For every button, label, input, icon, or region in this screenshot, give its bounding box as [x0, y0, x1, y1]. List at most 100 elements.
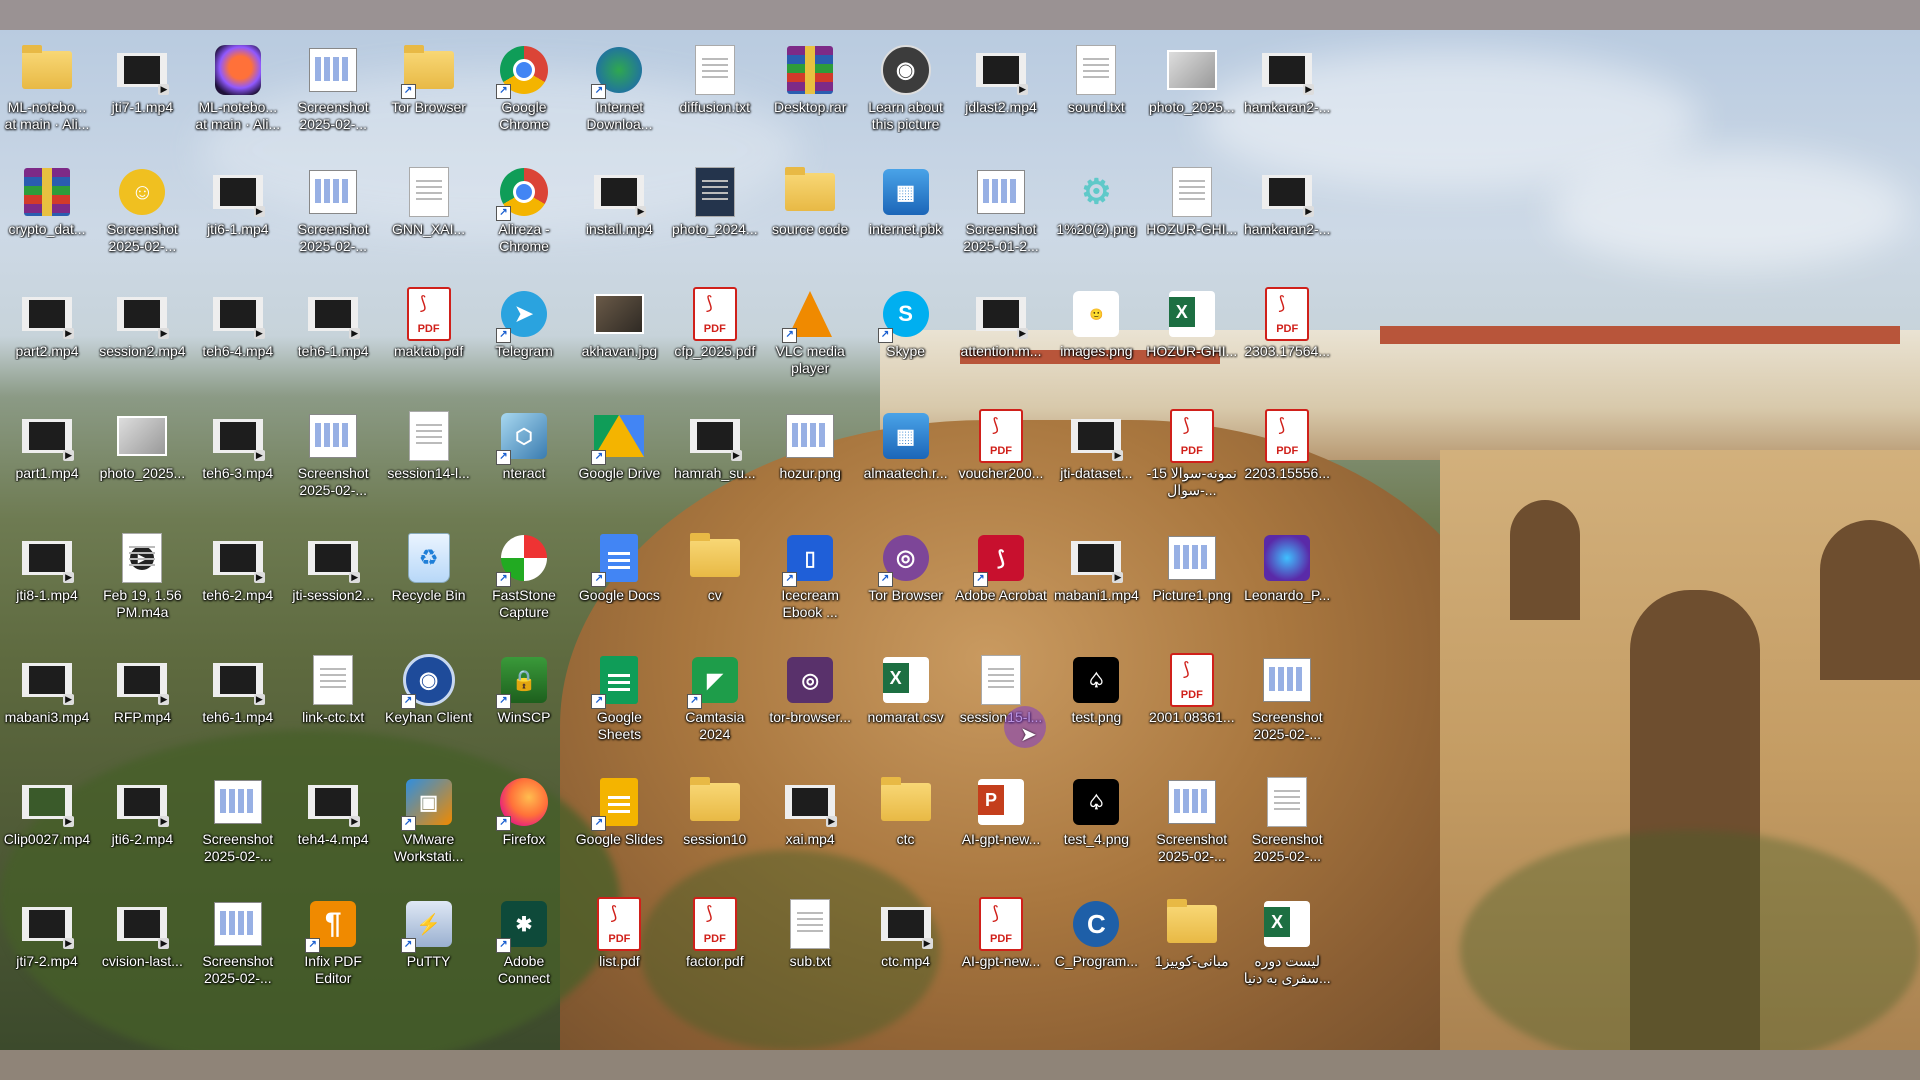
desktop-icon[interactable]: ↗ VLC media player — [766, 279, 854, 399]
desktop-icon[interactable]: PDF 2303.17564... — [1243, 279, 1331, 399]
desktop-icon[interactable]: PDF maktab.pdf — [385, 279, 473, 399]
desktop-icon[interactable]: ◉ Learn about this picture — [862, 35, 950, 155]
desktop-icon[interactable]: PDF AI-gpt-new... — [957, 889, 1045, 1009]
desktop-icon[interactable]: ↗ Tor Browser — [385, 35, 473, 155]
desktop-icon[interactable]: jti-session2... — [289, 523, 377, 643]
desktop-icon[interactable]: PDF list.pdf — [575, 889, 663, 1009]
desktop-icon[interactable]: mabani3.mp4 — [3, 645, 91, 765]
desktop-icon[interactable]: ◎ ↗ Tor Browser — [862, 523, 950, 643]
desktop-icon[interactable]: Picture1.png — [1148, 523, 1236, 643]
desktop-icon[interactable]: hamkaran2-... — [1243, 157, 1331, 277]
desktop-icon[interactable]: Screenshot 2025-02-... — [289, 401, 377, 521]
desktop-icon[interactable]: teh4-4.mp4 — [289, 767, 377, 887]
desktop-icon[interactable]: ⬡ ↗ nteract — [480, 401, 568, 521]
desktop-icon[interactable]: session14-l... — [385, 401, 473, 521]
desktop-icon[interactable]: GNN_XAI... — [385, 157, 473, 277]
desktop-icon[interactable]: ML-notebo... at main · Ali... — [3, 35, 91, 155]
desktop-icon[interactable]: ♤ test_4.png — [1052, 767, 1140, 887]
desktop-icon[interactable]: PDF voucher200... — [957, 401, 1045, 521]
desktop-icon[interactable]: S ↗ Skype — [862, 279, 950, 399]
desktop-icon[interactable]: cv — [671, 523, 759, 643]
desktop-icon[interactable]: jdlast2.mp4 — [957, 35, 1045, 155]
desktop-icon[interactable]: photo_2025... — [1148, 35, 1236, 155]
desktop-icon[interactable]: ↗ Google Drive — [575, 401, 663, 521]
desktop-icon[interactable]: PDF نمونه-سوالا 15-سوال-... — [1147, 401, 1237, 521]
desktop-icon[interactable]: ↗ FastStone Capture — [480, 523, 568, 643]
desktop-icon[interactable]: C C_Program... — [1052, 889, 1140, 1009]
desktop-icon[interactable]: ⚡ ↗ PuTTY — [385, 889, 473, 1009]
desktop-icon[interactable]: attention.m... — [957, 279, 1045, 399]
desktop-icon[interactable]: ⚙ 1%20(2).png — [1052, 157, 1140, 277]
desktop-icon[interactable]: ♻ Recycle Bin — [385, 523, 473, 643]
desktop-icon[interactable]: ◉ ↗ Keyhan Client — [385, 645, 473, 765]
desktop-icon[interactable]: session10 — [671, 767, 759, 887]
desktop-icon[interactable]: jti-dataset... — [1052, 401, 1140, 521]
desktop-icon[interactable]: HOZUR-GHI... — [1146, 279, 1237, 399]
desktop-icon[interactable]: Screenshot 2025-01-2... — [957, 157, 1045, 277]
desktop-icon[interactable]: RFP.mp4 — [98, 645, 186, 765]
desktop-icon[interactable]: install.mp4 — [575, 157, 663, 277]
desktop-icon[interactable]: Screenshot 2025-02-... — [194, 889, 282, 1009]
desktop-icon[interactable]: Screenshot 2025-02-... — [1243, 645, 1331, 765]
desktop-icon[interactable]: ↗ Alireza - Chrome — [480, 157, 568, 277]
desktop-icon[interactable]: ◤ ↗ Camtasia 2024 — [671, 645, 759, 765]
desktop-icon[interactable]: part1.mp4 — [3, 401, 91, 521]
desktop-icon[interactable]: ◎ tor-browser... — [766, 645, 854, 765]
desktop-icon[interactable]: teh6-1.mp4 — [289, 279, 377, 399]
desktop-icon[interactable]: ↗ Google Slides — [575, 767, 663, 887]
desktop-icon[interactable]: crypto_dat... — [3, 157, 91, 277]
desktop-icon[interactable]: ⟆ ↗ Adobe Acrobat — [955, 523, 1047, 643]
desktop-icon[interactable]: hamrah_su... — [671, 401, 759, 521]
desktop-icon[interactable]: sound.txt — [1052, 35, 1140, 155]
desktop-icon[interactable]: akhavan.jpg — [575, 279, 663, 399]
desktop-icon[interactable]: 🔒 ↗ WinSCP — [480, 645, 568, 765]
desktop-icon[interactable]: ▶ Feb 19, 1.56 PM.m4a — [98, 523, 186, 643]
desktop-icon[interactable]: ▦ almaatech.r... — [862, 401, 950, 521]
desktop-icon[interactable]: PDF 2001.08361... — [1148, 645, 1236, 765]
desktop-icon[interactable]: Screenshot 2025-02-... — [194, 767, 282, 887]
desktop-icon[interactable]: jti7-2.mp4 — [3, 889, 91, 1009]
desktop-icon[interactable]: Screenshot 2025-02-... — [1148, 767, 1236, 887]
desktop-icon[interactable]: sub.txt — [766, 889, 854, 1009]
desktop-icon[interactable]: AI-gpt-new... — [957, 767, 1045, 887]
desktop-icon[interactable]: 🙂 images.png — [1052, 279, 1140, 399]
desktop-icon[interactable]: teh6-1.mp4 — [194, 645, 282, 765]
desktop-icon[interactable]: PDF factor.pdf — [671, 889, 759, 1009]
desktop-icon[interactable]: ↗ Google Sheets — [575, 645, 663, 765]
desktop-icon[interactable]: ▦ internet.pbk — [862, 157, 950, 277]
desktop-icon[interactable]: photo_2025... — [98, 401, 186, 521]
desktop-icon[interactable]: ↗ Internet Downloa... — [575, 35, 663, 155]
desktop-icon[interactable]: ML-notebo... at main · Ali... — [194, 35, 282, 155]
desktop-icon[interactable]: session2.mp4 — [98, 279, 186, 399]
desktop-icon[interactable]: HOZUR-GHI... — [1146, 157, 1237, 277]
desktop-icon[interactable]: photo_2024... — [671, 157, 759, 277]
desktop-icon[interactable]: diffusion.txt — [671, 35, 759, 155]
desktop-icon[interactable]: ✱ ↗ Adobe Connect — [480, 889, 568, 1009]
desktop-icon[interactable]: jti6-2.mp4 — [98, 767, 186, 887]
desktop-icon[interactable]: teh6-2.mp4 — [194, 523, 282, 643]
desktop-icon[interactable]: ¶ ↗ Infix PDF Editor — [289, 889, 377, 1009]
desktop-icon[interactable]: hozur.png — [766, 401, 854, 521]
desktop-icon[interactable]: PDF 2203.15556... — [1243, 401, 1331, 521]
desktop-icon[interactable]: cvision-last... — [98, 889, 186, 1009]
desktop-icon[interactable]: ➤ ↗ Telegram — [480, 279, 568, 399]
desktop-icon[interactable]: xai.mp4 — [766, 767, 854, 887]
desktop-icon[interactable]: jti8-1.mp4 — [3, 523, 91, 643]
desktop-icon[interactable]: ctc — [862, 767, 950, 887]
desktop-icon[interactable]: part2.mp4 — [3, 279, 91, 399]
desktop-icon[interactable]: ctc.mp4 — [862, 889, 950, 1009]
desktop-icon[interactable]: jti6-1.mp4 — [194, 157, 282, 277]
desktop-icon[interactable]: source code — [766, 157, 854, 277]
desktop-icon[interactable]: Screenshot 2025-02-... — [1243, 767, 1331, 887]
desktop-icon[interactable]: ▯ ↗ Icecream Ebook ... — [766, 523, 854, 643]
desktop-icon[interactable]: link-ctc.txt — [289, 645, 377, 765]
desktop-icon[interactable]: Leonardo_P... — [1243, 523, 1331, 643]
desktop-icon[interactable]: hamkaran2-... — [1243, 35, 1331, 155]
desktop-icon[interactable]: teh6-4.mp4 — [194, 279, 282, 399]
desktop-icon[interactable]: PDF cfp_2025.pdf — [671, 279, 759, 399]
desktop-icon[interactable]: لیست دوره سفری به دنیا... — [1243, 889, 1331, 1009]
desktop-icon[interactable]: ↗ Google Chrome — [480, 35, 568, 155]
desktop-icon[interactable]: ☺ Screenshot 2025-02-... — [98, 157, 186, 277]
desktop-icon[interactable]: nomarat.csv — [862, 645, 950, 765]
desktop-icon[interactable]: ↗ Firefox — [480, 767, 568, 887]
